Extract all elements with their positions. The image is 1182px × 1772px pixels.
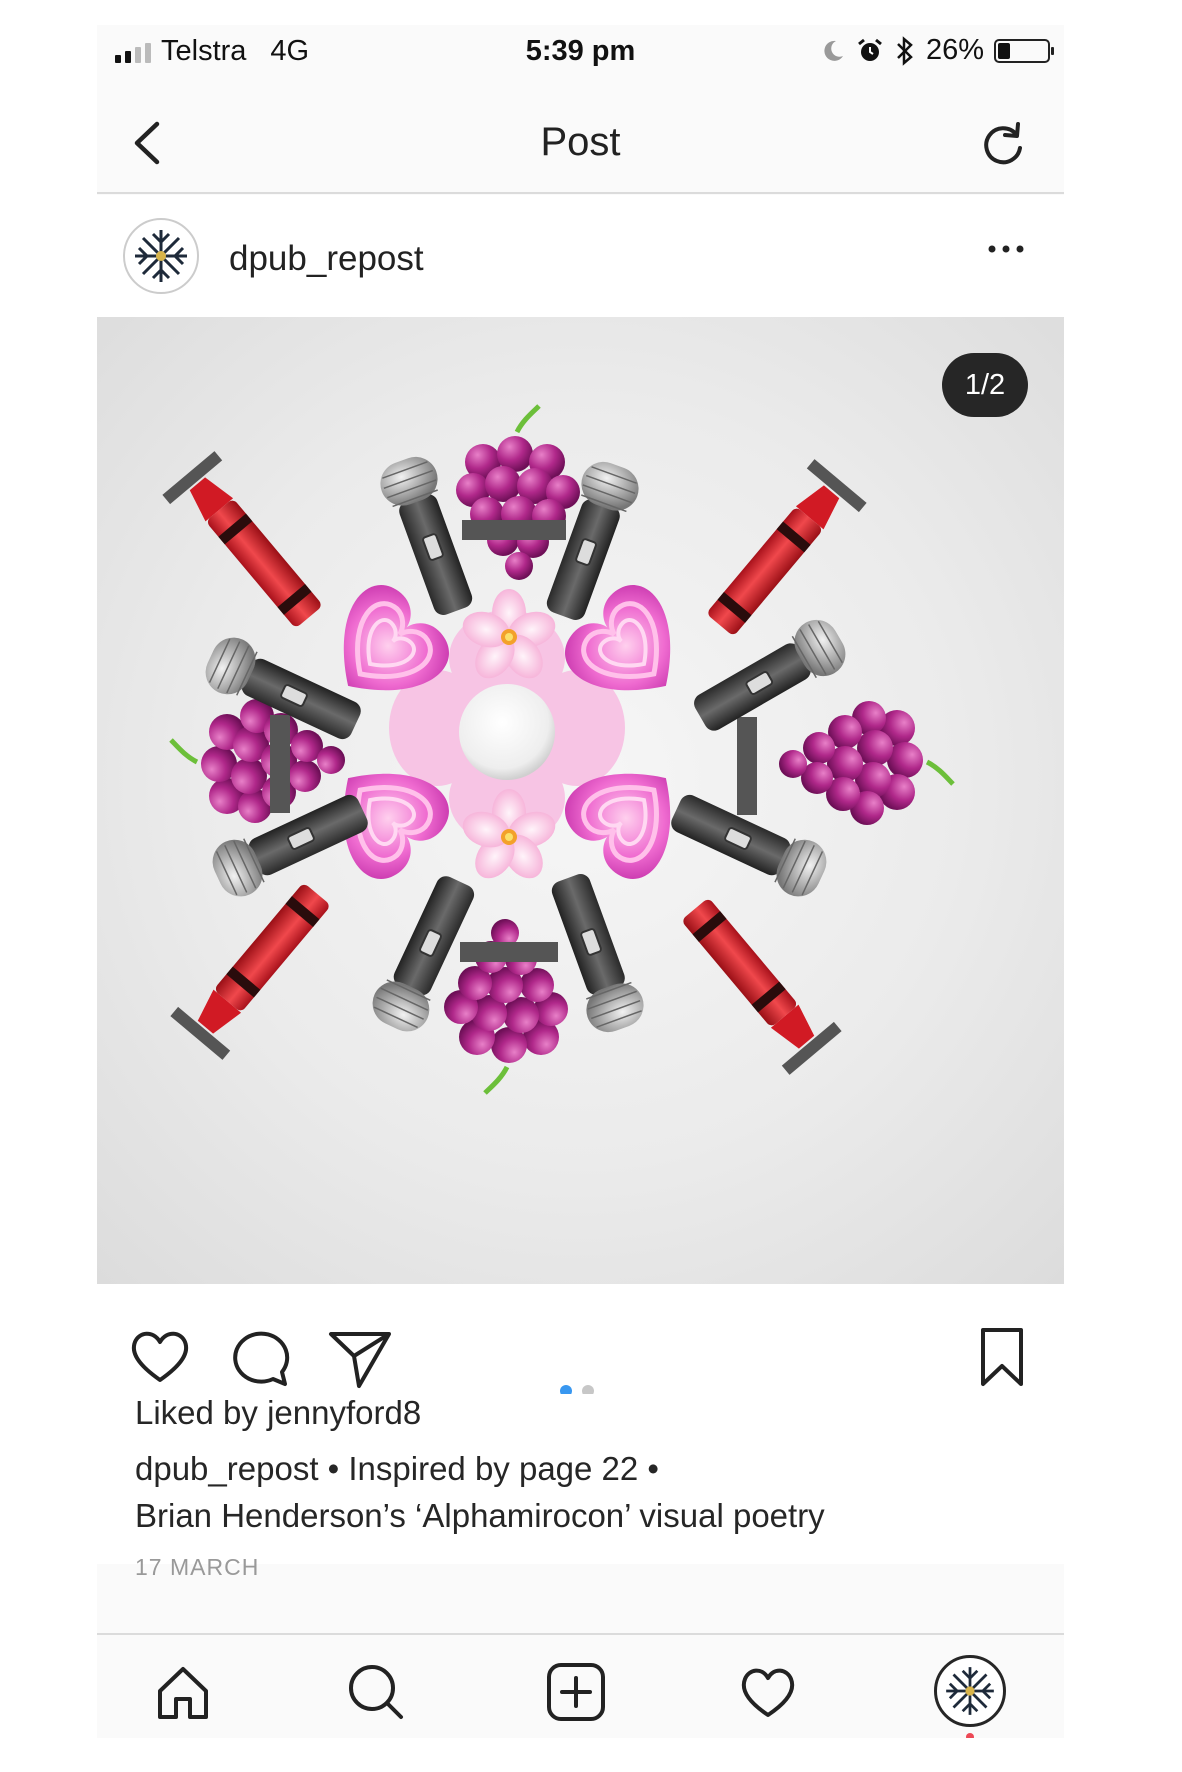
crayon-bottom-right	[668, 887, 842, 1075]
caption-line-2: Brian Henderson’s ‘Alphamirocon’ visual …	[135, 1497, 825, 1534]
crayon-top-right	[693, 459, 867, 647]
avatar[interactable]	[123, 218, 199, 294]
visual-poem-artwork	[162, 317, 1064, 1284]
profile-avatar[interactable]	[934, 1655, 1006, 1727]
status-bar: Telstra 4G 5:39 pm 26%	[97, 25, 1064, 80]
home-icon[interactable]	[152, 1661, 214, 1723]
bluetooth-icon	[897, 35, 913, 66]
profile-logo-icon	[946, 1667, 994, 1715]
add-post-icon[interactable]	[545, 1661, 607, 1723]
post-caption-area: Liked by jennyford8 dpub_repost • Inspir…	[97, 1394, 1064, 1580]
post-image[interactable]: 1/2	[97, 317, 1064, 1284]
liked-by-user[interactable]: jennyford8	[267, 1394, 421, 1431]
bottom-tab-bar	[97, 1633, 1064, 1738]
bar-bottom	[460, 942, 558, 962]
post-actions	[97, 1284, 1064, 1397]
bar-right	[737, 717, 757, 815]
avatar-logo-icon	[135, 230, 187, 282]
caption-username[interactable]: dpub_repost	[135, 1450, 318, 1487]
caption-text-1: • Inspired by page 22 •	[318, 1450, 659, 1487]
grapes-right	[779, 701, 953, 825]
post-header: dpub_repost	[97, 195, 1064, 317]
page-title: Post	[540, 120, 621, 164]
activity-heart-icon[interactable]	[737, 1661, 799, 1723]
grapes-top	[456, 406, 580, 580]
image-counter-badge: 1/2	[942, 353, 1028, 417]
center-pearl	[459, 684, 555, 780]
heart-icon[interactable]	[127, 1324, 193, 1390]
post-username[interactable]: dpub_repost	[229, 239, 424, 279]
battery-fill	[998, 42, 1011, 59]
alarm-icon	[858, 38, 882, 61]
bar-top	[462, 520, 566, 540]
status-icons: 26%	[820, 34, 1054, 67]
battery-percent: 26%	[925, 34, 984, 66]
comment-icon[interactable]	[227, 1324, 293, 1390]
caption-line-1: dpub_repost • Inspired by page 22 •	[135, 1450, 659, 1488]
moon-icon	[824, 40, 843, 61]
phone-screen: Telstra 4G 5:39 pm 26% Post dpub_repost …	[97, 25, 1064, 1738]
navigation-bar: Post	[97, 90, 1064, 194]
likes-line: Liked by jennyford8	[135, 1394, 421, 1432]
battery-icon	[994, 38, 1054, 63]
post-date: 17 MARCH	[135, 1554, 260, 1580]
notification-dot	[966, 1733, 974, 1738]
refresh-icon[interactable]	[978, 120, 1028, 170]
share-icon[interactable]	[327, 1324, 393, 1390]
crayon-bottom-left	[170, 872, 344, 1060]
search-icon[interactable]	[345, 1661, 407, 1723]
more-options-icon[interactable]	[986, 237, 1026, 261]
mic-4	[684, 610, 855, 744]
liked-by-prefix: Liked by	[135, 1394, 268, 1431]
bookmark-icon[interactable]	[969, 1324, 1035, 1390]
bar-left	[270, 715, 290, 813]
crayon-top-left	[162, 451, 336, 639]
